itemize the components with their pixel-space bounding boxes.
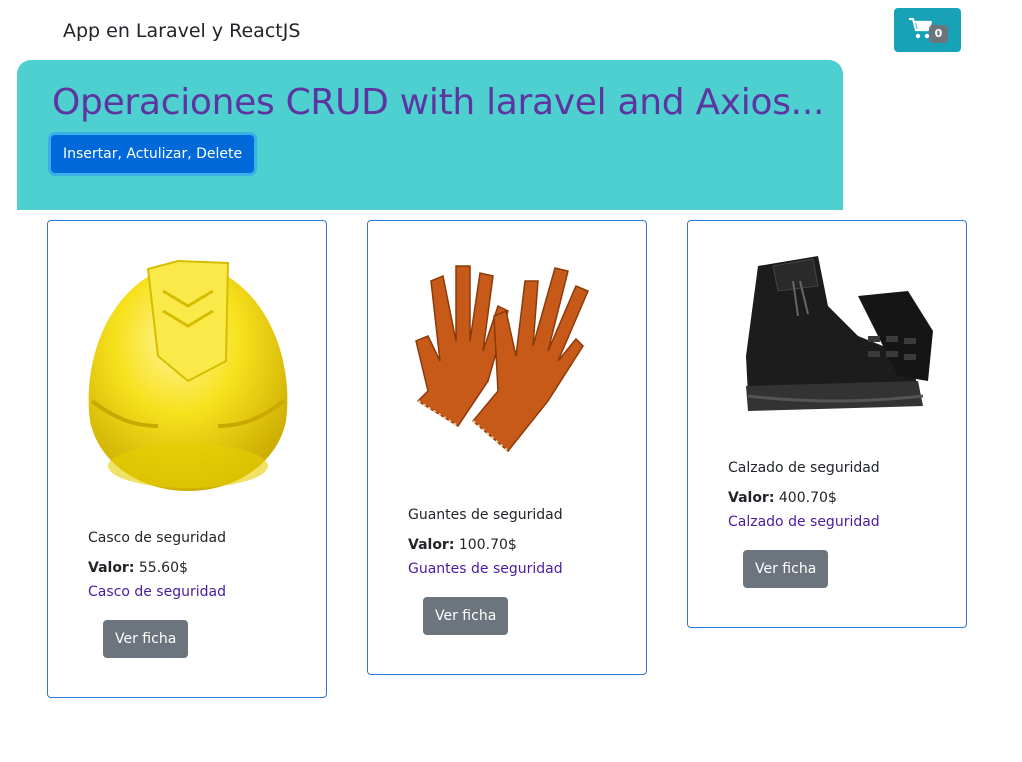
product-image <box>78 251 298 491</box>
product-card: Guantes de seguridad Valor: 100.70$ Guan… <box>367 220 647 675</box>
product-link[interactable]: Guantes de seguridad <box>408 561 563 577</box>
price-label: Valor: <box>408 537 455 553</box>
product-name: Calzado de seguridad <box>728 460 880 476</box>
product-card: Calzado de seguridad Valor: 400.70$ Calz… <box>687 220 967 628</box>
page-title: Operaciones CRUD with laravel and Axios.… <box>52 82 825 123</box>
product-card: Casco de seguridad Valor: 55.60$ Casco d… <box>47 220 327 698</box>
price-label: Valor: <box>88 560 135 576</box>
hard-hat-icon <box>88 259 288 491</box>
jumbotron: Operaciones CRUD with laravel and Axios.… <box>17 60 843 210</box>
product-image <box>398 251 618 471</box>
price-value: 100.70$ <box>458 537 517 553</box>
product-image <box>718 246 938 466</box>
product-link[interactable]: Casco de seguridad <box>88 584 226 600</box>
view-details-button[interactable]: Ver ficha <box>103 620 189 658</box>
product-price: Valor: 100.70$ <box>408 537 517 553</box>
product-name: Guantes de seguridad <box>408 507 563 523</box>
crud-button[interactable]: Insertar, Actulizar, Delete <box>51 135 255 173</box>
navbar-brand[interactable]: App en Laravel y ReactJS <box>63 20 300 42</box>
product-link[interactable]: Calzado de seguridad <box>728 514 880 530</box>
product-price: Valor: 55.60$ <box>88 560 188 576</box>
view-details-button[interactable]: Ver ficha <box>743 550 829 588</box>
work-gloves-icon <box>415 265 589 453</box>
product-price: Valor: 400.70$ <box>728 490 837 506</box>
price-value: 400.70$ <box>778 490 837 506</box>
price-label: Valor: <box>728 490 775 506</box>
product-name: Casco de seguridad <box>88 530 226 546</box>
cart-count-badge: 0 <box>929 25 948 43</box>
price-value: 55.60$ <box>138 560 188 576</box>
cart-button[interactable] <box>894 8 961 52</box>
safety-boots-icon <box>746 256 933 411</box>
view-details-button[interactable]: Ver ficha <box>423 597 509 635</box>
